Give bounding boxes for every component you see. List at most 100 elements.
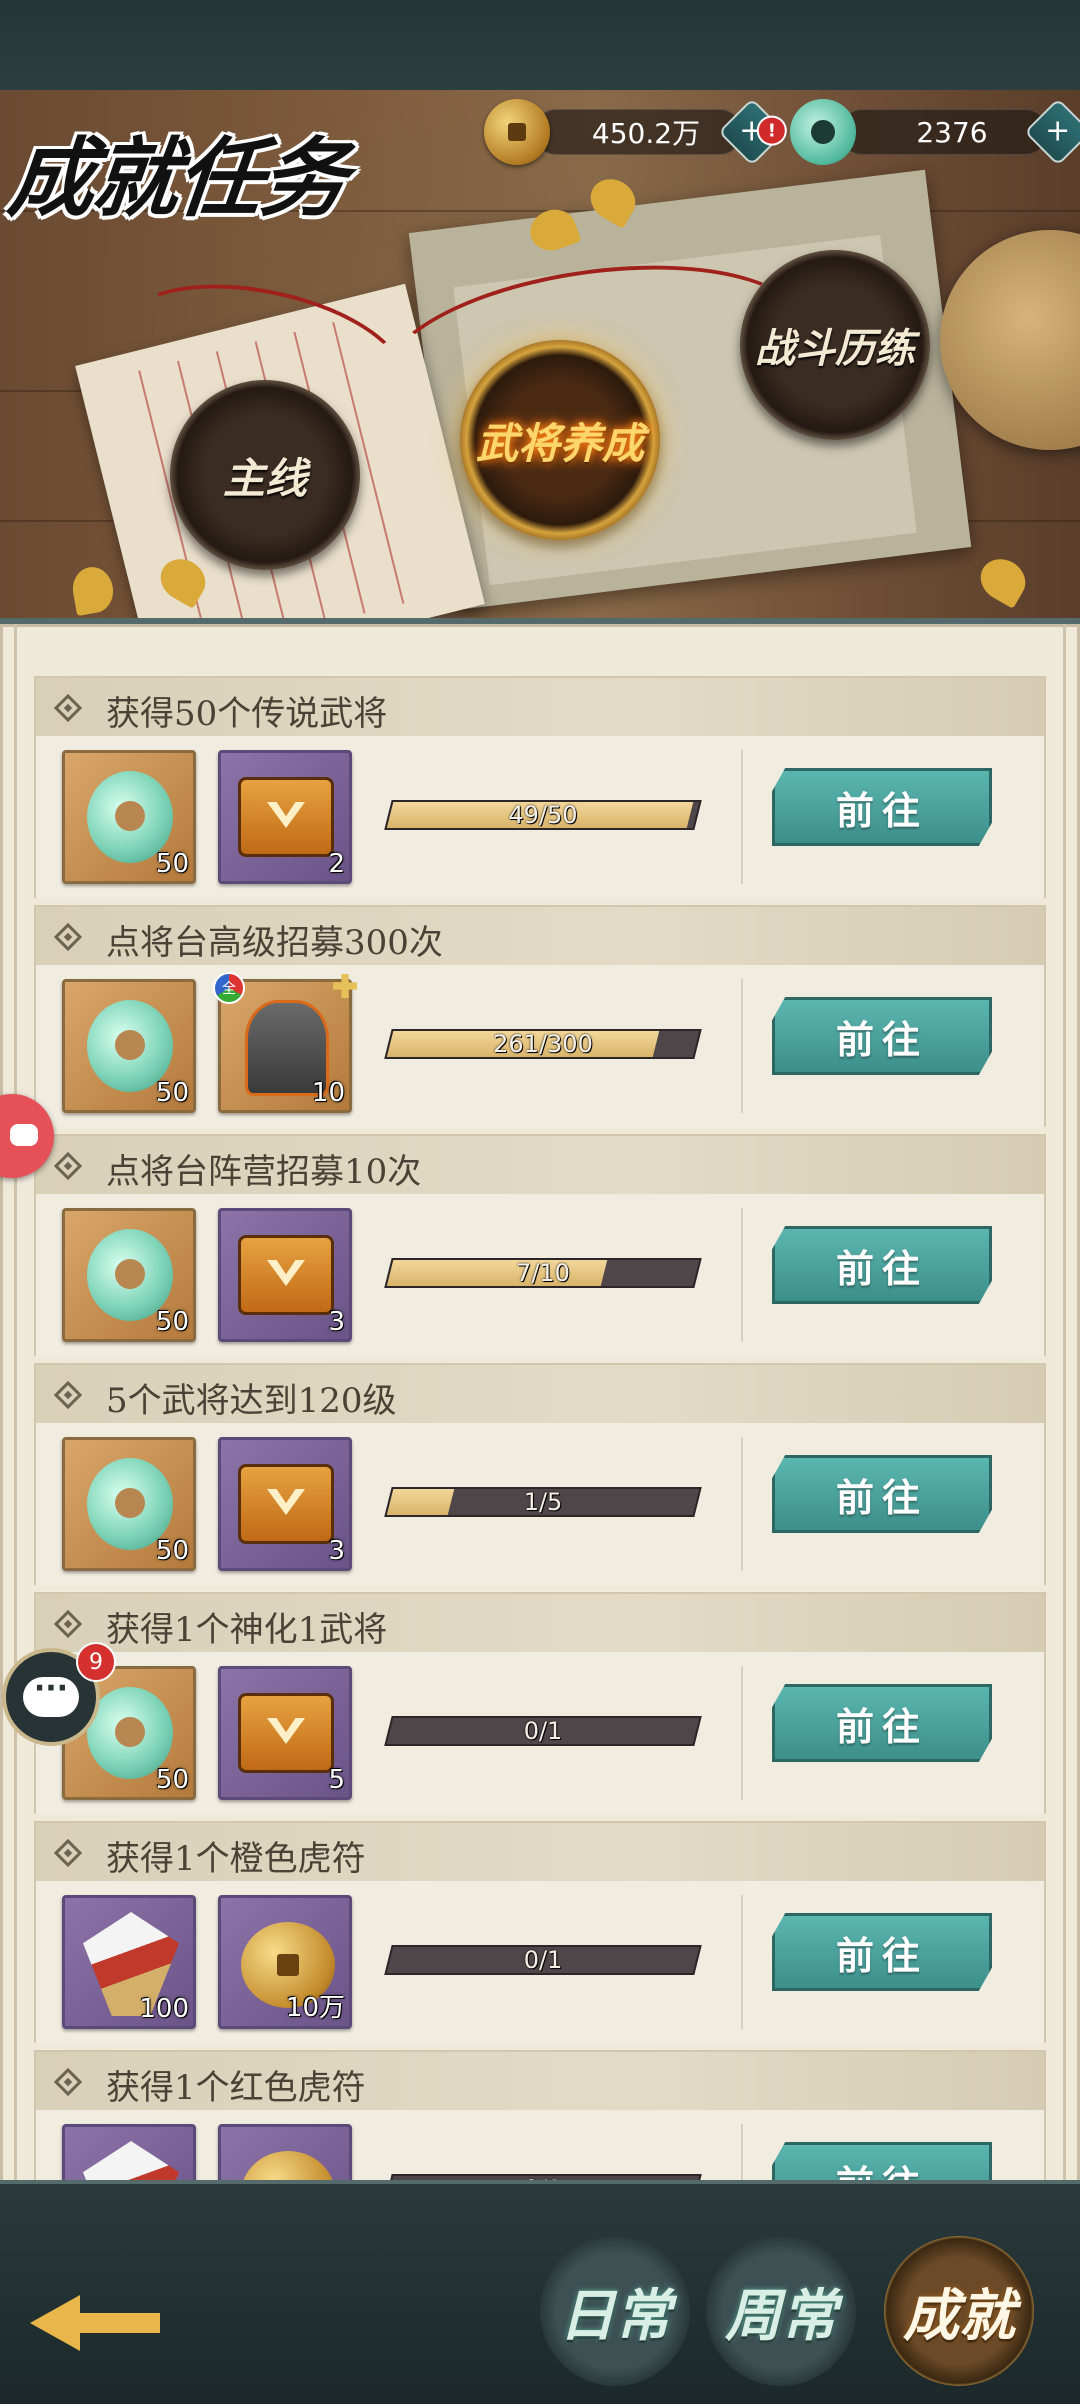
copper-coin-icon	[484, 99, 550, 165]
task-card: 获得1个神化1武将 50 5 0/1 前往	[34, 1592, 1046, 1814]
divider	[741, 750, 743, 884]
jade-amount: 2376	[840, 109, 1048, 155]
all-faction-badge-icon: 全	[213, 972, 245, 1004]
divider	[741, 1208, 743, 1342]
chest-icon	[238, 1464, 334, 1544]
category-general-growth[interactable]: 武将养成	[460, 340, 660, 540]
go-button[interactable]: 前往	[772, 997, 992, 1075]
chest-icon	[238, 1235, 334, 1315]
task-title: 获得1个神化1武将	[106, 1610, 388, 1650]
task-list[interactable]: 获得50个传说武将 50 2 49/50 前往 点将台高级招募300次 50 全 10 261/3…	[34, 676, 1046, 2180]
task-title: 获得1个红色虎符	[106, 2068, 366, 2108]
task-body: 0/1前往	[36, 2110, 1044, 2180]
task-card: 获得1个红色虎符0/1前往	[34, 2050, 1046, 2180]
reward-count: 10万	[285, 1993, 345, 2023]
plus-icon: +	[1045, 113, 1071, 149]
page-title: 成就任务	[3, 128, 351, 229]
chat-unread-badge: 9	[76, 1642, 116, 1682]
task-header: 获得1个橙色虎符	[36, 1823, 1044, 1881]
task-header: 点将台高级招募300次	[36, 907, 1044, 965]
chest-icon	[238, 777, 334, 857]
add-jade-button[interactable]: +	[1024, 98, 1080, 166]
progress-text: 7/10	[516, 1259, 570, 1287]
gamepad-icon	[10, 1124, 38, 1146]
reward-count: 50	[155, 1765, 189, 1795]
go-button[interactable]: 前往	[772, 1455, 992, 1533]
category-main[interactable]: 主线	[170, 380, 360, 570]
task-body: 50 2 49/50 前往	[36, 736, 1044, 898]
reward-item[interactable]: 50	[62, 1208, 196, 1342]
reward-count: 3	[328, 1536, 345, 1566]
task-title: 5个武将达到120级	[106, 1381, 397, 1421]
back-arrow-button[interactable]	[30, 2265, 160, 2365]
task-card: 获得50个传说武将 50 2 49/50 前往	[34, 676, 1046, 898]
go-button[interactable]: 前往	[772, 768, 992, 846]
task-body: 50 全 10 261/300 前往	[36, 965, 1044, 1127]
reward-count: 50	[155, 849, 189, 879]
progress-text: 261/300	[493, 1030, 593, 1058]
task-card: 5个武将达到120级 50 3 1/5 前往	[34, 1363, 1046, 1585]
task-title: 点将台高级招募300次	[106, 923, 443, 963]
copper-coin-icon	[241, 2151, 335, 2180]
chat-bubble-icon	[23, 1671, 79, 1717]
coin-currency: 450.2万 + !	[484, 98, 787, 166]
reward-item[interactable]: 10万	[218, 1895, 352, 2029]
task-header: 获得1个神化1武将	[36, 1594, 1044, 1652]
diamond-bullet-icon	[53, 693, 83, 723]
top-strip	[0, 0, 1080, 93]
tiger-tally-icon	[83, 2141, 179, 2180]
task-title: 获得50个传说武将	[106, 694, 388, 734]
progress-text: 1/5	[523, 1488, 563, 1516]
task-body: 50 5 0/1 前往	[36, 1652, 1044, 1814]
reward-item[interactable]: 3	[218, 1437, 352, 1571]
task-body: 50 3 1/5 前往	[36, 1423, 1044, 1585]
divider	[741, 1895, 743, 2029]
diamond-bullet-icon	[53, 1838, 83, 1868]
diamond-bullet-icon	[53, 922, 83, 952]
diamond-bullet-icon	[53, 2067, 83, 2097]
diamond-bullet-icon	[53, 1609, 83, 1639]
task-title: 获得1个橙色虎符	[106, 1839, 366, 1879]
reward-item[interactable]: 5	[218, 1666, 352, 1800]
reward-count: 5	[328, 1765, 345, 1795]
reward-item[interactable]: 100	[62, 1895, 196, 2029]
reward-count: 50	[155, 1078, 189, 1108]
reward-item[interactable]	[218, 2124, 352, 2180]
jade-icon	[790, 99, 856, 165]
tab-achievement[interactable]: 成就	[884, 2236, 1034, 2386]
add-coin-button[interactable]: + !	[718, 98, 787, 166]
reward-count: 50	[155, 1307, 189, 1337]
tab-weekly[interactable]: 周常	[706, 2236, 856, 2386]
task-header: 获得1个红色虎符	[36, 2052, 1044, 2110]
category-battle-training[interactable]: 战斗历练	[740, 250, 930, 440]
coin-amount: 450.2万	[534, 109, 742, 155]
reward-item[interactable]: 2	[218, 750, 352, 884]
go-button[interactable]: 前往	[772, 1684, 992, 1762]
reward-item[interactable]: 全 10	[213, 972, 357, 1113]
task-card: 点将台阵营招募10次 50 3 7/10 前往	[34, 1134, 1046, 1356]
alert-badge: !	[756, 115, 787, 146]
jade-currency: 2376 +	[790, 98, 1080, 166]
divider	[741, 1437, 743, 1571]
tab-daily[interactable]: 日常	[540, 2236, 690, 2386]
task-header: 获得50个传说武将	[36, 678, 1044, 736]
chest-icon	[238, 1693, 334, 1773]
divider	[741, 2124, 743, 2180]
reward-item[interactable]: 50	[62, 750, 196, 884]
go-button[interactable]: 前往	[772, 1226, 992, 1304]
reward-item[interactable]	[62, 2124, 196, 2180]
go-button[interactable]: 前往	[772, 1913, 992, 1991]
progress-text: 0/1	[523, 1717, 563, 1745]
go-button[interactable]: 前往	[772, 2142, 992, 2180]
task-title: 点将台阵营招募10次	[106, 1152, 422, 1192]
progress-text: 0/1	[523, 1946, 563, 1974]
reward-count: 3	[328, 1307, 345, 1337]
reward-count: 10	[311, 1078, 345, 1108]
task-header: 点将台阵营招募10次	[36, 1136, 1044, 1194]
progress-text: 49/50	[508, 801, 578, 829]
reward-count: 50	[155, 1536, 189, 1566]
reward-item[interactable]: 50	[62, 1437, 196, 1571]
task-card: 获得1个橙色虎符 100 10万 0/1 前往	[34, 1821, 1046, 2043]
reward-item[interactable]: 50	[62, 979, 196, 1113]
reward-item[interactable]: 3	[218, 1208, 352, 1342]
